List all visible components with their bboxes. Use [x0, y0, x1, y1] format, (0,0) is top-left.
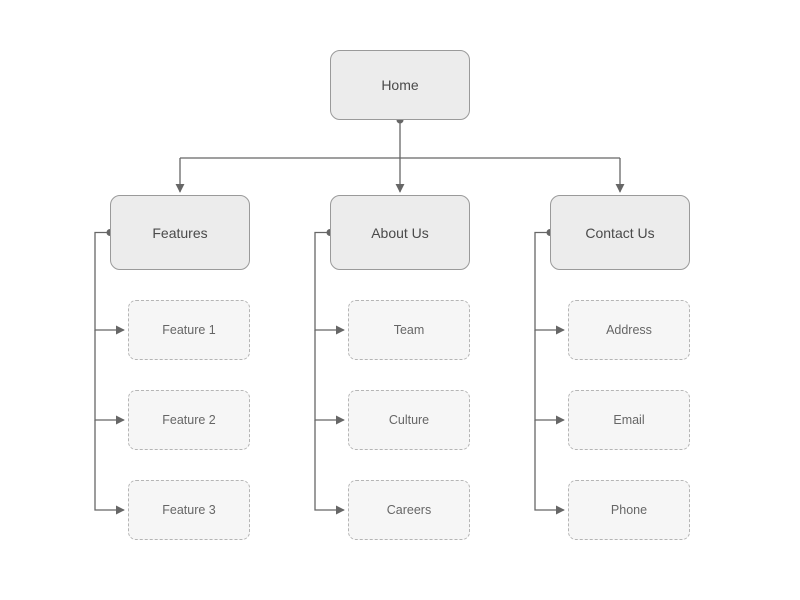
leaf-email: Email [568, 390, 690, 450]
node-features: Features [110, 195, 250, 270]
leaf-careers: Careers [348, 480, 470, 540]
node-contact-us: Contact Us [550, 195, 690, 270]
leaf-feature-1: Feature 1 [128, 300, 250, 360]
leaf-feature-2: Feature 2 [128, 390, 250, 450]
leaf-culture: Culture [348, 390, 470, 450]
leaf-team: Team [348, 300, 470, 360]
leaf-address: Address [568, 300, 690, 360]
node-about-us: About Us [330, 195, 470, 270]
leaf-phone: Phone [568, 480, 690, 540]
node-home: Home [330, 50, 470, 120]
leaf-feature-3: Feature 3 [128, 480, 250, 540]
